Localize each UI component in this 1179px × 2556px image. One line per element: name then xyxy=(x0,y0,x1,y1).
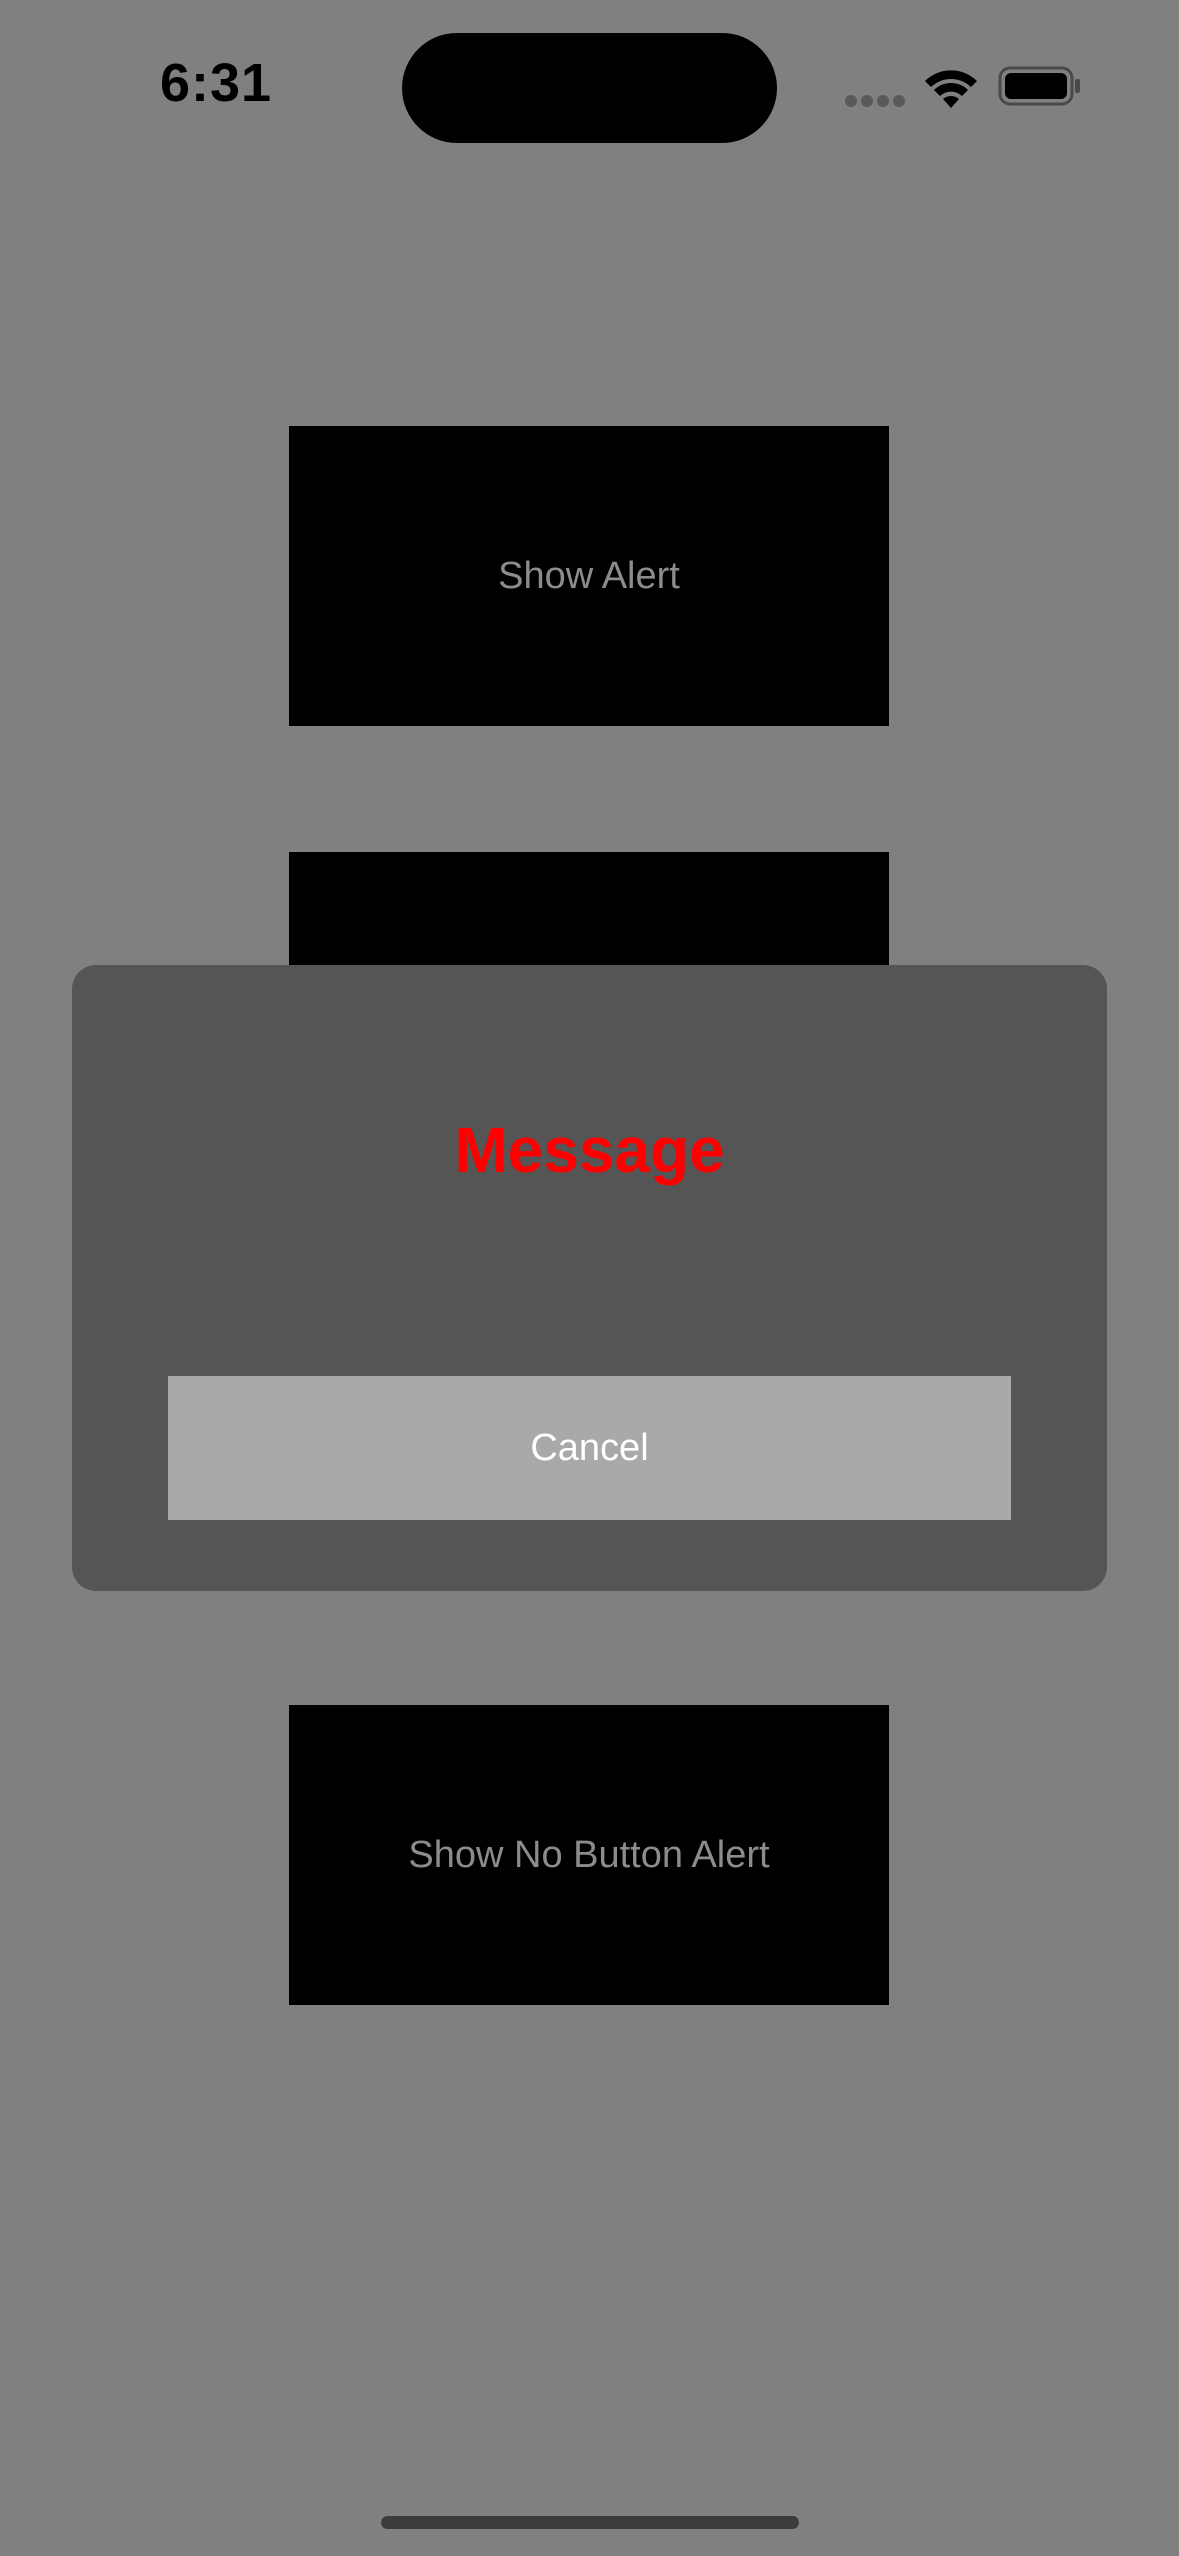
dynamic-island xyxy=(402,33,777,143)
alert-message: Message xyxy=(454,1114,725,1186)
battery-icon xyxy=(998,66,1080,106)
alert-dialog: Message Cancel xyxy=(72,965,1107,1591)
home-indicator[interactable] xyxy=(381,2516,799,2529)
cancel-button[interactable]: Cancel xyxy=(168,1376,1011,1520)
show-no-button-alert-button[interactable]: Show No Button Alert xyxy=(289,1705,889,2005)
status-bar: 6:31 xyxy=(0,0,1179,180)
signal-dots-icon xyxy=(845,95,905,107)
show-alert-button[interactable]: Show Alert xyxy=(289,426,889,726)
status-time: 6:31 xyxy=(160,53,273,113)
wifi-icon xyxy=(925,70,977,108)
